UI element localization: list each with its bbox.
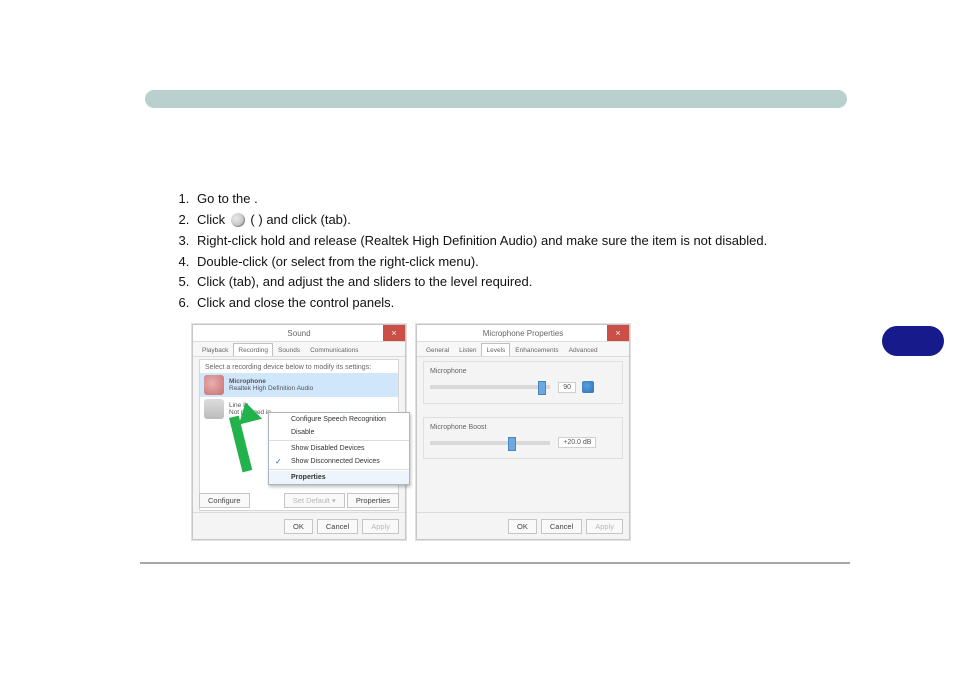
device-microphone[interactable]: MicrophoneRealtek High Definition Audio <box>200 373 398 397</box>
tab-sounds[interactable]: Sounds <box>273 343 305 356</box>
close-icon[interactable]: × <box>383 325 405 341</box>
microphone-boost-slider[interactable] <box>430 441 550 445</box>
tab-general[interactable]: General <box>421 343 454 356</box>
setdefault-button[interactable]: Set Default ▾ <box>284 493 345 508</box>
header-bar <box>145 90 847 108</box>
step-3-c: (Realtek High Definition Audio) and <box>360 233 562 248</box>
configure-button[interactable]: Configure <box>199 493 250 508</box>
close-icon[interactable]: × <box>607 325 629 341</box>
apply-button[interactable]: Apply <box>586 519 623 534</box>
step-3-a: Right-click hold and release <box>197 233 357 248</box>
ok-button[interactable]: OK <box>284 519 313 534</box>
microphone-boost-frame: Microphone Boost +20.0 dB <box>423 417 623 459</box>
menu-disable[interactable]: Disable <box>269 426 409 439</box>
microphone-level-frame: Microphone 90 <box>423 361 623 404</box>
step-4-a: Double-click <box>197 254 268 269</box>
sound-icon <box>231 213 245 227</box>
micprops-window: Microphone Properties × General Listen L… <box>416 324 630 540</box>
sound-desc: Select a recording device below to modif… <box>200 360 398 373</box>
apply-button[interactable]: Apply <box>362 519 399 534</box>
microphone-icon <box>204 375 224 395</box>
tab-levels[interactable]: Levels <box>481 343 510 356</box>
tab-recording[interactable]: Recording <box>233 343 273 356</box>
page-side-tab <box>882 326 944 356</box>
ok-button[interactable]: OK <box>508 519 537 534</box>
sound-pane: Select a recording device below to modif… <box>199 359 399 511</box>
sound-buttonbar: OK Cancel Apply <box>193 512 405 539</box>
step-1-a: Go to the <box>197 191 250 206</box>
microphone-level-slider[interactable] <box>430 385 550 389</box>
sound-lower-buttons: Configure Set Default ▾ Properties <box>199 491 399 509</box>
sound-window-titlebar: Sound × <box>193 325 405 342</box>
micprops-buttonbar: OK Cancel Apply <box>417 512 629 539</box>
micprops-titlebar: Microphone Properties × <box>417 325 629 342</box>
menu-configure-speech[interactable]: Configure Speech Recognition <box>269 413 409 426</box>
speaker-icon[interactable] <box>582 381 594 393</box>
micprops-title: Microphone Properties <box>483 329 563 338</box>
context-menu: Configure Speech Recognition Disable Sho… <box>268 412 410 485</box>
step-3-d: make sure the item is not disabled. <box>566 233 767 248</box>
microphone-level-label: Microphone <box>430 368 616 375</box>
step-6-a: Click <box>197 295 225 310</box>
menu-show-disconnected[interactable]: Show Disconnected Devices <box>269 455 409 468</box>
menu-properties[interactable]: Properties <box>269 471 409 484</box>
tab-enhancements[interactable]: Enhancements <box>510 343 563 356</box>
tab-listen[interactable]: Listen <box>454 343 481 356</box>
sound-tabs: Playback Recording Sounds Communications <box>193 342 405 357</box>
screenshots-row: Sound × Playback Recording Sounds Commun… <box>192 324 630 540</box>
cancel-button[interactable]: Cancel <box>541 519 582 534</box>
tab-playback[interactable]: Playback <box>197 343 233 356</box>
tab-advanced[interactable]: Advanced <box>564 343 603 356</box>
instruction-text: Go to the . Click ( ) and click (tab). R… <box>145 190 855 315</box>
microphone-boost-label: Microphone Boost <box>430 424 616 431</box>
micprops-tabs: General Listen Levels Enhancements Advan… <box>417 342 629 357</box>
microphone-boost-value: +20.0 dB <box>558 437 596 448</box>
properties-button[interactable]: Properties <box>347 493 399 508</box>
step-2-c: and click <box>266 212 317 227</box>
linein-icon <box>204 399 224 419</box>
step-5-a: Click <box>197 274 225 289</box>
step-6-c: and close the control panels. <box>229 295 395 310</box>
sound-window: Sound × Playback Recording Sounds Commun… <box>192 324 406 540</box>
footer-rule <box>140 562 850 564</box>
device-microphone-label: MicrophoneRealtek High Definition Audio <box>229 378 313 393</box>
step-2-a: Click <box>197 212 225 227</box>
microphone-level-value: 90 <box>558 382 576 393</box>
menu-show-disabled[interactable]: Show Disabled Devices <box>269 442 409 455</box>
cancel-button[interactable]: Cancel <box>317 519 358 534</box>
sound-window-title: Sound <box>287 329 310 338</box>
tab-communications[interactable]: Communications <box>305 343 363 356</box>
